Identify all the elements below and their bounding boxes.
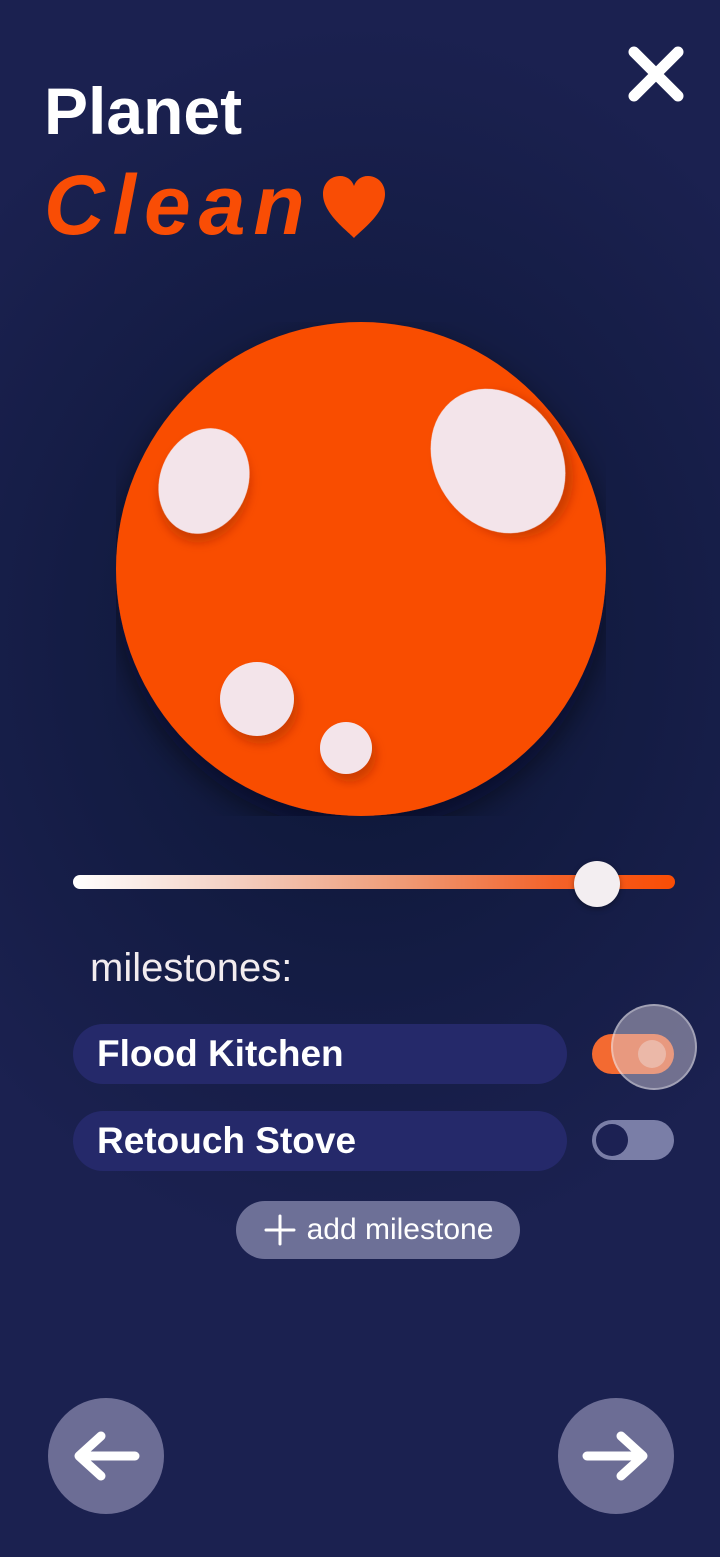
progress-slider-thumb[interactable] bbox=[574, 861, 620, 907]
progress-slider[interactable] bbox=[73, 861, 675, 907]
toggle-knob bbox=[638, 1040, 666, 1068]
add-milestone-button[interactable]: add milestone bbox=[236, 1201, 520, 1259]
arrow-right-icon bbox=[582, 1431, 648, 1481]
planet-crater bbox=[320, 722, 372, 774]
close-button[interactable] bbox=[622, 40, 690, 108]
app-title-line1: Planet bbox=[44, 74, 243, 148]
arrow-left-icon bbox=[74, 1431, 140, 1481]
planet-illustration bbox=[116, 322, 606, 816]
back-button[interactable] bbox=[48, 1398, 164, 1514]
toggle-knob bbox=[596, 1124, 628, 1156]
milestone-item-flood-kitchen[interactable]: Flood Kitchen bbox=[73, 1024, 567, 1084]
close-icon bbox=[628, 46, 684, 102]
heart-icon bbox=[322, 176, 385, 238]
milestones-heading: milestones: bbox=[90, 946, 293, 990]
milestone-toggle-flood-kitchen[interactable] bbox=[592, 1034, 674, 1074]
app-title-line2: Clean bbox=[44, 158, 313, 252]
app-title-line2-group: Clean bbox=[44, 160, 389, 250]
plus-icon bbox=[264, 1214, 296, 1246]
next-button[interactable] bbox=[558, 1398, 674, 1514]
milestone-label: Flood Kitchen bbox=[97, 1033, 344, 1074]
milestone-item-retouch-stove[interactable]: Retouch Stove bbox=[73, 1111, 567, 1171]
planet-crater bbox=[220, 662, 294, 736]
add-milestone-label: add milestone bbox=[306, 1213, 494, 1246]
milestone-label: Retouch Stove bbox=[97, 1120, 357, 1161]
milestone-toggle-retouch-stove[interactable] bbox=[592, 1120, 674, 1160]
